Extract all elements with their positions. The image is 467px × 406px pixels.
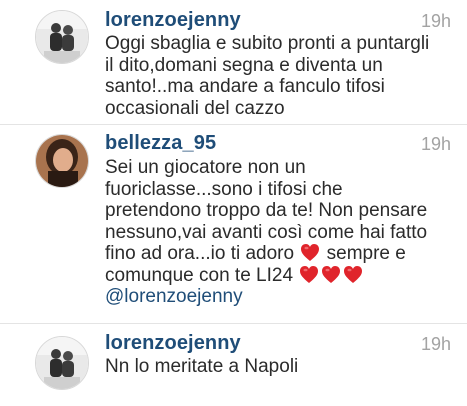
comment-text-line: Nn lo meritate a Napoli (105, 356, 299, 377)
comment-text: Oggi sbaglia e subito pronti a puntargli… (105, 33, 445, 119)
avatar-photo-icon (36, 337, 88, 389)
avatar[interactable] (35, 10, 89, 64)
comment-text-line: santo!..ma andare a fanculo tifosi (105, 76, 385, 97)
comment-text-line: Sei un giocatore non un (105, 157, 306, 178)
avatar-photo-icon (36, 135, 88, 187)
comment-text-line: fuoriclasse...sono i tifosi che (105, 178, 343, 200)
comment-list: lorenzoejenny 19h Oggi sbaglia e subito … (0, 0, 467, 406)
heart-icon (301, 244, 320, 261)
comment-timestamp: 19h (420, 334, 451, 354)
avatar-photo-icon (36, 11, 88, 63)
comment-item: lorenzoejenny 19h Oggi sbaglia e subito … (0, 0, 467, 126)
comment-item: lorenzoejenny 19h Nn lo meritate a Napol… (0, 324, 467, 406)
comment-text: Nn lo meritate a Napoli (105, 356, 445, 378)
comment-text: Sei un giocatore non un fuoriclasse...so… (105, 157, 455, 308)
comment-text-segment: fino ad ora...io ti adoro (105, 243, 295, 264)
comment-text-line: comunque con te LI24 (105, 265, 455, 287)
comment-text-line: pretendono troppo da te! Non pensare (105, 200, 428, 221)
comment-username[interactable]: lorenzoejenny (105, 9, 241, 32)
comment-text-line: occasionali del cazzo (105, 97, 285, 119)
comment-username[interactable]: bellezza_95 (105, 132, 216, 155)
comment-username[interactable]: lorenzoejenny (105, 332, 241, 355)
comment-text-segment: sempre e (326, 243, 406, 264)
heart-icon (300, 265, 319, 283)
heart-icon (322, 265, 341, 283)
heart-icon (344, 265, 363, 283)
comment-timestamp: 19h (420, 11, 451, 31)
comment-text-segment: comunque con te LI24 (105, 264, 294, 286)
avatar[interactable] (35, 336, 89, 390)
comment-timestamp: 19h (420, 134, 451, 154)
mention-link[interactable]: @lorenzoejenny (105, 286, 455, 308)
comment-item: bellezza_95 19h Sei un giocatore non un … (0, 125, 467, 325)
comment-text-line: fino ad ora...io ti adoro sempre e (105, 243, 455, 265)
comment-text-line: Oggi sbaglia e subito pronti a puntargli (105, 33, 430, 54)
avatar[interactable] (35, 134, 89, 188)
comment-text-line: il dito,domani segna e diventa un (105, 54, 383, 76)
comment-text-line: nessuno,vai avanti così come hai fatto (105, 221, 428, 243)
